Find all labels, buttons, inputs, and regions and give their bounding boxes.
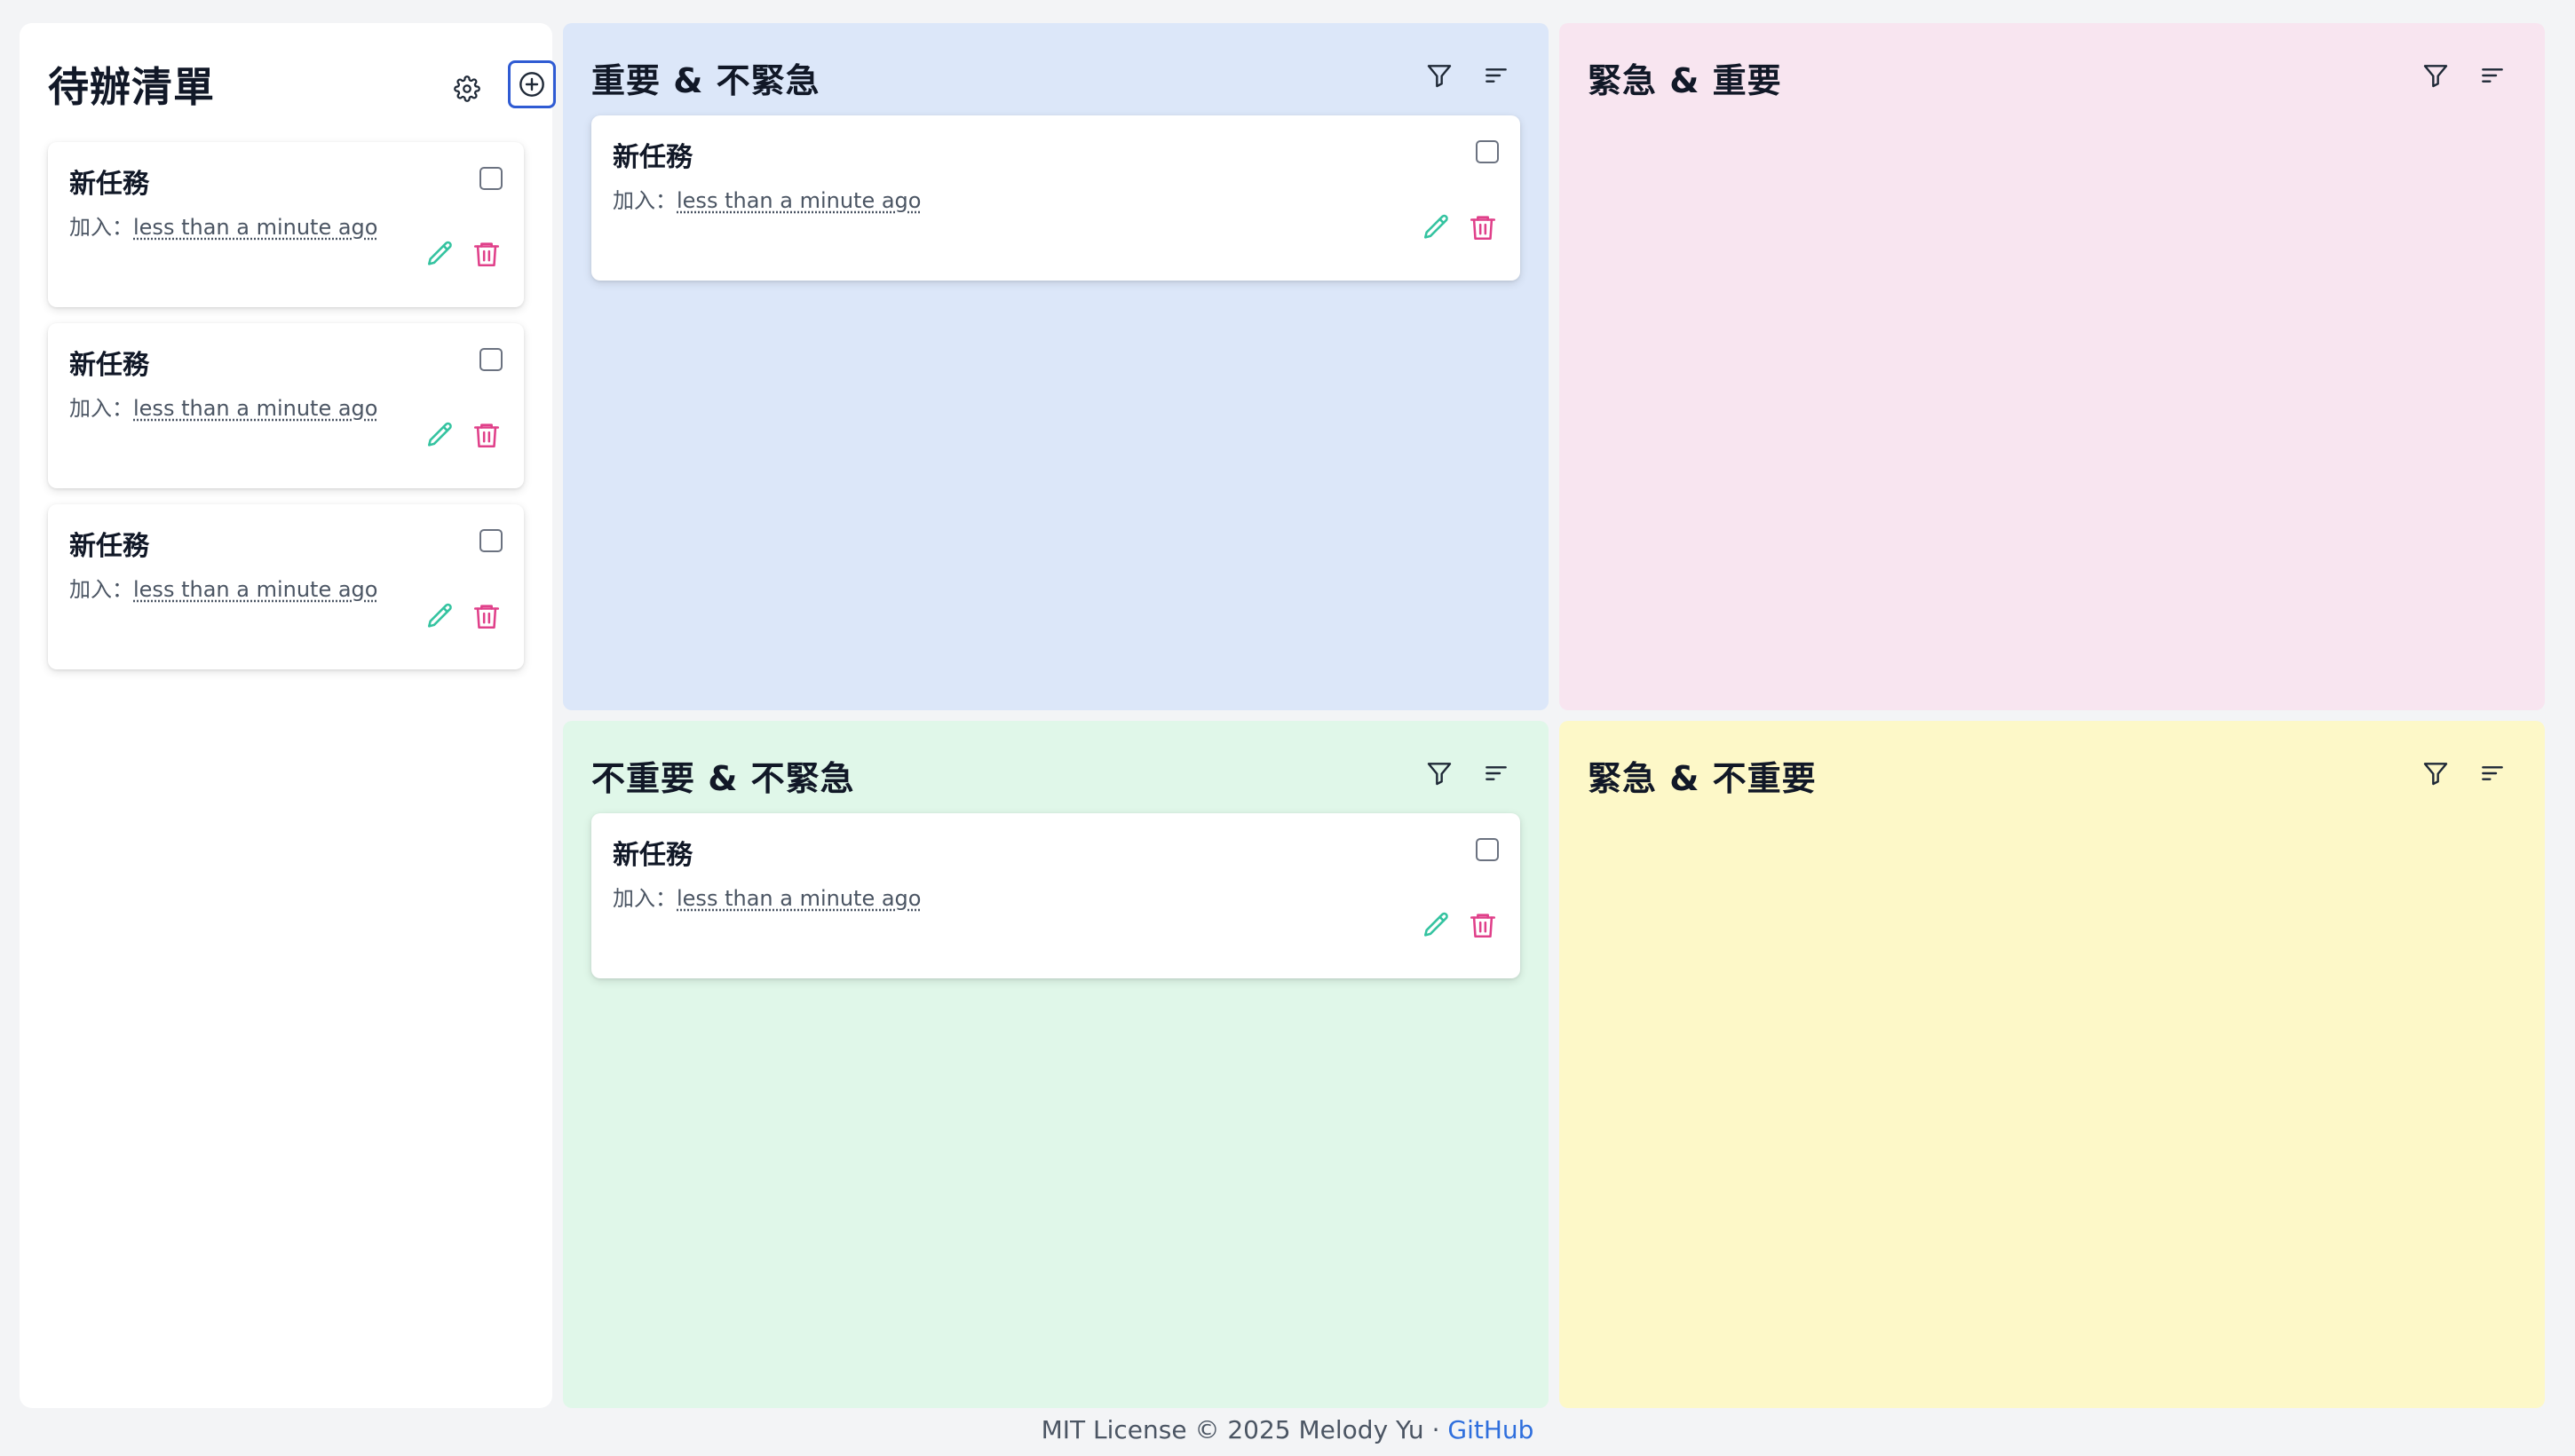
task-actions <box>424 238 503 270</box>
sort-icon <box>1486 766 1507 780</box>
delete-button[interactable] <box>471 600 503 632</box>
task-actions <box>424 600 503 632</box>
task-complete-checkbox[interactable] <box>1476 838 1499 861</box>
quadrant-tools <box>1422 59 1513 92</box>
task-added-label: 加入： <box>69 577 133 602</box>
task-actions <box>1421 909 1499 941</box>
edit-button[interactable] <box>424 600 456 632</box>
sidebar-header: 待辦清單 <box>48 50 556 121</box>
edit-button[interactable] <box>424 238 456 270</box>
task-added-meta: 加入：less than a minute ago <box>613 881 921 912</box>
edit-button[interactable] <box>1421 909 1453 941</box>
edit-button[interactable] <box>424 419 456 451</box>
task-added-label: 加入： <box>69 215 133 240</box>
license-text: MIT License © 2025 Melody Yu · <box>1041 1415 1448 1444</box>
quadrant-tools <box>2419 59 2509 92</box>
delete-button[interactable] <box>471 419 503 451</box>
task-added-label: 加入： <box>613 188 677 213</box>
task-title: 新任務 <box>69 169 149 200</box>
sort-button[interactable] <box>2476 756 2509 790</box>
quadrant-title: 重要 & 不緊急 <box>591 61 820 100</box>
quadrant-title: 緊急 & 重要 <box>1588 61 1782 100</box>
sort-button[interactable] <box>1479 59 1513 92</box>
delete-button[interactable] <box>1467 909 1499 941</box>
quadrant-title: 緊急 & 不重要 <box>1588 759 1817 798</box>
pencil-icon <box>1423 912 1448 937</box>
quadrant-tools <box>2419 756 2509 790</box>
quadrant-urgent-not-important: 緊急 & 不重要 <box>1559 721 2545 1408</box>
quadrant-tools <box>1422 756 1513 790</box>
plus-circle-icon <box>519 72 544 97</box>
filter-icon <box>1427 65 1452 88</box>
gear-icon <box>454 75 480 102</box>
filter-button[interactable] <box>2419 756 2452 790</box>
sort-icon <box>2482 766 2503 780</box>
task-complete-checkbox[interactable] <box>479 348 503 371</box>
quadrant-not-important-not-urgent: 不重要 & 不緊急 新任務 加入：less than a minute ago <box>563 721 1549 1408</box>
trash-icon <box>473 242 500 267</box>
filter-button[interactable] <box>1422 756 1456 790</box>
add-task-button[interactable] <box>508 60 556 108</box>
task-complete-checkbox[interactable] <box>479 167 503 190</box>
settings-button[interactable] <box>448 69 487 108</box>
task-card[interactable]: 新任務 加入：less than a minute ago <box>591 813 1520 978</box>
delete-button[interactable] <box>471 238 503 270</box>
trash-icon <box>1470 216 1496 241</box>
todo-sidebar: 待辦清單 新任務 加入：less than a minute ago 新任務 加… <box>20 23 556 1408</box>
task-added-meta: 加入：less than a minute ago <box>613 183 921 214</box>
task-added-meta: 加入：less than a minute ago <box>69 572 377 603</box>
task-added-time: less than a minute ago <box>133 577 378 602</box>
task-added-time: less than a minute ago <box>677 188 922 213</box>
trash-icon <box>1470 914 1496 938</box>
task-added-meta: 加入：less than a minute ago <box>69 391 377 422</box>
task-added-time: less than a minute ago <box>677 886 922 911</box>
quadrant-important-not-urgent: 重要 & 不緊急 新任務 加入：less than a minute ago <box>563 23 1549 710</box>
task-complete-checkbox[interactable] <box>1476 140 1499 163</box>
sort-icon <box>2482 68 2503 83</box>
task-added-meta: 加入：less than a minute ago <box>69 210 377 241</box>
pencil-icon <box>427 422 452 447</box>
filter-button[interactable] <box>1422 59 1456 92</box>
pencil-icon <box>1423 214 1448 239</box>
sort-button[interactable] <box>2476 59 2509 92</box>
task-complete-checkbox[interactable] <box>479 529 503 552</box>
trash-icon <box>473 423 500 448</box>
sidebar-title: 待辦清單 <box>48 63 215 111</box>
sort-button[interactable] <box>1479 756 1513 790</box>
filter-button[interactable] <box>2419 59 2452 92</box>
quadrant-title: 不重要 & 不緊急 <box>591 759 855 798</box>
task-card[interactable]: 新任務 加入：less than a minute ago <box>48 504 524 669</box>
trash-icon <box>473 605 500 629</box>
task-actions <box>1421 211 1499 243</box>
task-card[interactable]: 新任務 加入：less than a minute ago <box>48 323 524 488</box>
task-card[interactable]: 新任務 加入：less than a minute ago <box>48 142 524 307</box>
quadrant-task-list: 新任務 加入：less than a minute ago <box>591 813 1520 994</box>
task-title: 新任務 <box>69 350 149 381</box>
task-added-label: 加入： <box>69 396 133 421</box>
edit-button[interactable] <box>1421 211 1453 243</box>
task-title: 新任務 <box>69 531 149 562</box>
sort-icon <box>1486 68 1507 83</box>
task-actions <box>424 419 503 451</box>
task-title: 新任務 <box>613 840 693 871</box>
filter-icon <box>2423 763 2448 786</box>
filter-icon <box>2423 65 2448 88</box>
footer: MIT License © 2025 Melody Yu · GitHub <box>0 1415 2575 1444</box>
task-title: 新任務 <box>613 142 693 173</box>
filter-icon <box>1427 763 1452 786</box>
task-card[interactable]: 新任務 加入：less than a minute ago <box>591 115 1520 281</box>
delete-button[interactable] <box>1467 211 1499 243</box>
task-added-time: less than a minute ago <box>133 396 378 421</box>
github-link[interactable]: GitHub <box>1447 1415 1533 1444</box>
task-added-label: 加入： <box>613 886 677 911</box>
pencil-icon <box>427 603 452 628</box>
pencil-icon <box>427 241 452 265</box>
quadrant-urgent-important: 緊急 & 重要 <box>1559 23 2545 710</box>
sidebar-task-list: 新任務 加入：less than a minute ago 新任務 加入：les… <box>48 142 524 685</box>
task-added-time: less than a minute ago <box>133 215 378 240</box>
quadrant-task-list: 新任務 加入：less than a minute ago <box>591 115 1520 297</box>
